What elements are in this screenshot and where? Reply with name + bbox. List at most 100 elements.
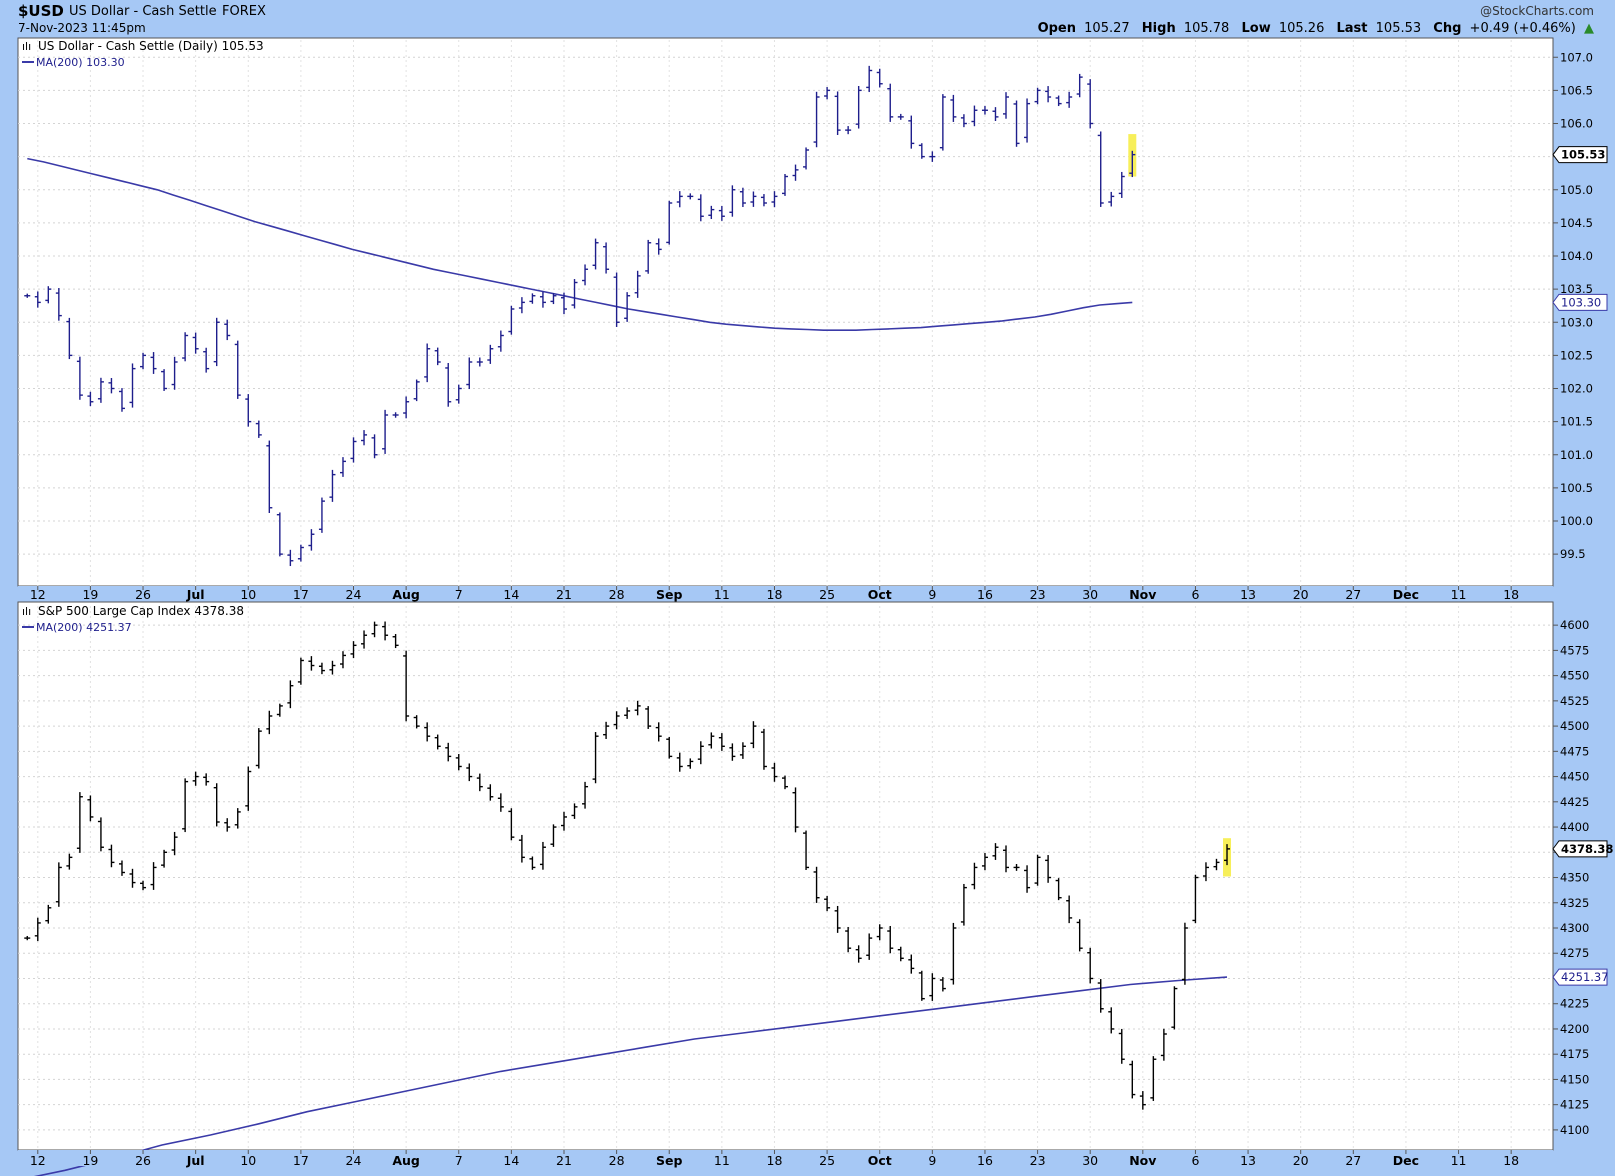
x-tick-label: 30 — [1082, 1153, 1098, 1168]
usd-ytick-label: 106.5 — [1560, 83, 1593, 97]
spx-ytick-label: 4150 — [1560, 1072, 1589, 1086]
x-tick-label: 19 — [82, 1153, 98, 1168]
quote-high-value: 105.78 — [1184, 21, 1230, 36]
x-tick-label: 18 — [1503, 587, 1519, 602]
usd-ytick-label: 102.5 — [1560, 348, 1593, 362]
chart-canvas: $USD US Dollar - Cash Settle FOREX 7-Nov… — [17, 2, 1613, 1176]
quote-last-value: 105.53 — [1376, 21, 1422, 36]
svg-text:103.30: 103.30 — [1561, 295, 1601, 309]
spx-ytick-label: 4275 — [1560, 946, 1589, 960]
spx-y-axis: 4100412541504175420042254250427543004325… — [1553, 618, 1589, 1137]
symbol: $USD — [18, 2, 64, 20]
x-tick-label: Dec — [1393, 1153, 1419, 1168]
spx-ma-legend: MA(200) 4251.37 — [36, 621, 132, 634]
svg-text:105.53: 105.53 — [1561, 148, 1605, 162]
usd-ma-value-tag: 103.30 — [1552, 293, 1608, 311]
x-tick-label: 28 — [609, 1153, 625, 1168]
spx-ohlc-bar — [1223, 838, 1232, 877]
instrument-name: US Dollar - Cash Settle — [69, 4, 217, 19]
x-tick-label: 6 — [1191, 587, 1199, 602]
quote-open-label: Open — [1038, 21, 1076, 36]
usd-ohlc-bar — [1128, 134, 1137, 178]
x-tick-label: 18 — [767, 1153, 783, 1168]
datetime: 7-Nov-2023 11:45pm — [18, 21, 146, 35]
usd-last-value-tag: 105.53 — [1552, 146, 1608, 164]
spx-ytick-label: 4525 — [1560, 694, 1589, 708]
x-tick-label: 23 — [1030, 587, 1046, 602]
x-tick-label: 20 — [1293, 587, 1309, 602]
exchange: FOREX — [222, 4, 266, 19]
spx-ytick-label: 4200 — [1560, 1022, 1589, 1036]
x-tick-label: 17 — [293, 587, 309, 602]
svg-text:4378.38: 4378.38 — [1561, 842, 1613, 856]
change-up-icon: ▲ — [1584, 21, 1594, 36]
x-tick-label: 18 — [767, 587, 783, 602]
spx-ytick-label: 4225 — [1560, 997, 1589, 1011]
spx-ytick-label: 4450 — [1560, 770, 1589, 784]
spx-ytick-label: 4475 — [1560, 744, 1589, 758]
usd-ytick-label: 102.0 — [1560, 382, 1593, 396]
x-tick-label: 18 — [1503, 1153, 1519, 1168]
spx-ytick-label: 4300 — [1560, 921, 1589, 935]
x-tick-label: Sep — [656, 1153, 682, 1168]
x-tick-label: 7 — [455, 587, 463, 602]
usd-bar-style-icon: ılı — [22, 40, 31, 53]
spx-last-value-tag: 4378.38 — [1552, 840, 1613, 858]
x-tick-label: 6 — [1191, 1153, 1199, 1168]
x-tick-label: 12 — [30, 587, 46, 602]
usd-ytick-label: 106.0 — [1560, 117, 1593, 131]
quote-line: Open 105.27 High 105.78 Low 105.26 Last … — [1038, 21, 1594, 36]
x-tick-label: 13 — [1240, 1153, 1256, 1168]
usd-ytick-label: 100.0 — [1560, 514, 1593, 528]
x-tick-label: 17 — [293, 1153, 309, 1168]
x-tick-label: 13 — [1240, 587, 1256, 602]
x-tick-label: 11 — [714, 587, 730, 602]
usd-ytick-label: 107.0 — [1560, 50, 1593, 64]
usd-ytick-label: 99.5 — [1560, 547, 1586, 561]
x-tick-label: 9 — [928, 587, 936, 602]
x-tick-label: 16 — [977, 587, 993, 602]
usd-ytick-label: 101.5 — [1560, 415, 1593, 429]
x-tick-label: 10 — [240, 1153, 256, 1168]
usd-chart-title: US Dollar - Cash Settle (Daily) 105.53 — [38, 39, 264, 53]
quote-open-value: 105.27 — [1084, 21, 1130, 36]
usd-ytick-label: 100.5 — [1560, 481, 1593, 495]
x-tick-label: Sep — [656, 587, 682, 602]
x-tick-label: 11 — [714, 1153, 730, 1168]
x-tick-label: 25 — [819, 1153, 835, 1168]
x-tick-label: 24 — [346, 587, 362, 602]
brand-logo: @StockCharts.com — [1480, 4, 1594, 18]
spx-ytick-label: 4425 — [1560, 795, 1589, 809]
spx-ytick-label: 4575 — [1560, 643, 1589, 657]
x-tick-label: 28 — [609, 587, 625, 602]
x-tick-label: 14 — [503, 1153, 519, 1168]
x-tick-label: 24 — [346, 1153, 362, 1168]
spx-ytick-label: 4600 — [1560, 618, 1589, 632]
x-tick-label: Dec — [1393, 587, 1419, 602]
spx-ytick-label: 4350 — [1560, 871, 1589, 885]
spx-ytick-label: 4550 — [1560, 669, 1589, 683]
x-tick-label: Oct — [868, 1153, 892, 1168]
usd-ma-legend: MA(200) 103.30 — [36, 56, 125, 69]
x-tick-label: Aug — [392, 1153, 420, 1168]
svg-text:4251.37: 4251.37 — [1561, 970, 1609, 984]
x-tick-label: 11 — [1451, 587, 1467, 602]
x-tick-label: 26 — [135, 587, 151, 602]
usd-ytick-label: 103.0 — [1560, 315, 1593, 329]
spx-bar-style-icon: ılı — [22, 605, 31, 618]
x-tick-label: 12 — [30, 1153, 46, 1168]
x-tick-label: 26 — [135, 1153, 151, 1168]
quote-high-label: High — [1142, 21, 1176, 36]
chart-header: $USD US Dollar - Cash Settle FOREX 7-Nov… — [18, 2, 1594, 36]
usd-ytick-label: 101.0 — [1560, 448, 1593, 462]
usd-ytick-label: 105.0 — [1560, 183, 1593, 197]
quote-low-value: 105.26 — [1279, 21, 1325, 36]
x-tick-label: 7 — [455, 1153, 463, 1168]
spx-ytick-label: 4500 — [1560, 719, 1589, 733]
quote-chg-value: +0.49 (+0.46%) — [1470, 21, 1576, 36]
x-tick-label: 11 — [1451, 1153, 1467, 1168]
x-tick-label: 25 — [819, 587, 835, 602]
x-tick-label: 20 — [1293, 1153, 1309, 1168]
usd-ytick-label: 104.5 — [1560, 216, 1593, 230]
x-tick-label: 21 — [556, 1153, 572, 1168]
